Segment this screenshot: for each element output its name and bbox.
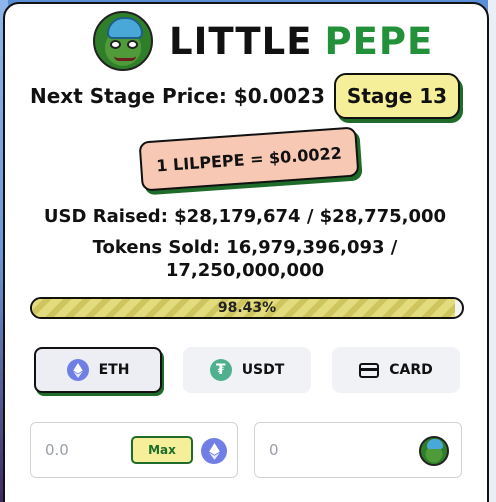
pay-usdt-button[interactable]: ₮ USDT [183,347,311,393]
stage-badge[interactable]: Stage 13 [334,73,460,119]
tokens-sold-line-1: Tokens Sold: 16,979,396,093 / [92,237,398,258]
progress-label: 98.43% [217,300,277,316]
receive-amount-box [254,422,462,478]
credit-card-icon [359,362,380,378]
pay-amount-box: Max [30,422,238,478]
pay-eth-button[interactable]: ETH [34,347,162,393]
pay-usdt-label: USDT [241,362,285,378]
pay-card-label: CARD [389,362,433,378]
tether-icon: ₮ [209,359,232,381]
background-right-edge [488,0,496,502]
ethereum-icon [201,438,227,464]
max-button[interactable]: Max [131,436,193,464]
pay-amount-input[interactable] [45,441,135,459]
little-pepe-token-icon [419,436,449,466]
receive-amount-input[interactable] [269,441,359,459]
little-pepe-logo-icon [93,11,153,71]
pay-card-button[interactable]: CARD [332,347,460,393]
ethereum-icon [66,359,89,381]
header: LITTLE PEPE [93,10,433,72]
tokens-sold: Tokens Sold: 16,979,396,093 / 17,250,000… [60,236,430,282]
pay-eth-label: ETH [98,362,130,378]
progress-bar: 98.43% [30,297,464,319]
next-stage-price: Next Stage Price: $0.0023 [30,84,325,108]
brand-word-pepe: PEPE [324,19,434,63]
payment-methods: ETH ₮ USDT CARD [34,347,460,395]
brand-title: LITTLE PEPE [169,20,433,63]
tokens-sold-line-2: 17,250,000,000 [165,260,325,281]
usd-raised: USD Raised: $28,179,674 / $28,775,000 [43,206,447,227]
brand-word-little: LITTLE [169,19,313,63]
next-stage-row: Next Stage Price: $0.0023 Stage 13 [30,72,460,120]
